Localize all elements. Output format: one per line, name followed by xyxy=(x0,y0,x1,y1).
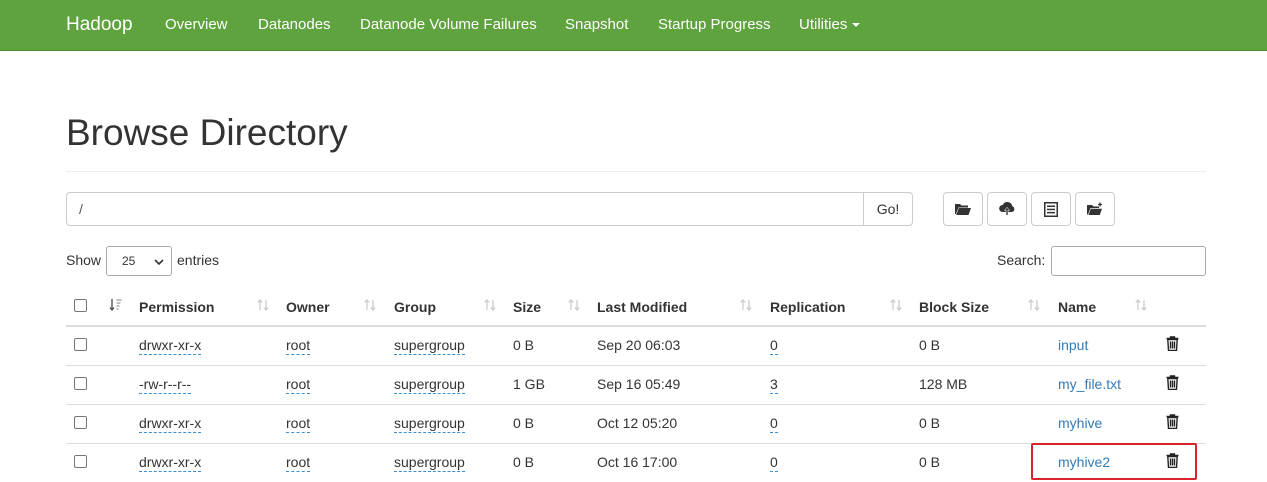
column-header-size[interactable]: Size xyxy=(513,299,541,315)
replication-cell[interactable]: 0 xyxy=(770,415,778,433)
last-modified-cell: Oct 16 17:00 xyxy=(597,454,678,470)
folder-open-icon xyxy=(955,204,971,215)
sort-icon[interactable] xyxy=(1134,298,1148,312)
replication-cell[interactable]: 0 xyxy=(770,337,778,355)
size-cell: 0 B xyxy=(513,337,535,353)
permission-cell[interactable]: -rw-r--r-- xyxy=(139,376,192,394)
owner-cell[interactable]: root xyxy=(286,337,311,355)
brand-logo[interactable]: Hadoop xyxy=(66,14,133,36)
block-size-cell: 128 MB xyxy=(919,376,968,392)
block-size-cell: 0 B xyxy=(919,454,941,470)
sort-icon[interactable] xyxy=(363,298,377,312)
replication-cell[interactable]: 0 xyxy=(770,454,778,472)
owner-cell[interactable]: root xyxy=(286,376,311,394)
permission-cell[interactable]: drwxr-xr-x xyxy=(139,337,202,355)
last-modified-cell: Oct 12 05:20 xyxy=(597,415,678,431)
column-header-name[interactable]: Name xyxy=(1058,299,1096,315)
show-label: Show xyxy=(66,252,102,268)
upload-button[interactable] xyxy=(987,192,1027,226)
group-cell[interactable]: supergroup xyxy=(394,376,465,394)
trash-icon[interactable] xyxy=(1166,336,1179,351)
search-label: Search: xyxy=(997,252,1046,268)
highlight-box xyxy=(1031,443,1197,480)
table-header-divider xyxy=(66,325,1206,327)
file-name-link[interactable]: my_file.txt xyxy=(1058,376,1121,392)
title-divider xyxy=(66,171,1206,172)
column-header-replication[interactable]: Replication xyxy=(770,299,845,315)
directory-path-input[interactable] xyxy=(66,192,864,226)
sort-ascending-icon[interactable] xyxy=(109,298,123,312)
nav-utilities-label: Utilities xyxy=(799,16,848,33)
create-folder-icon xyxy=(1087,202,1102,215)
column-header-owner[interactable]: Owner xyxy=(286,299,330,315)
row-checkbox[interactable] xyxy=(74,455,87,468)
trash-icon[interactable] xyxy=(1166,414,1179,429)
size-cell: 1 GB xyxy=(513,376,545,392)
size-cell: 0 B xyxy=(513,415,535,431)
row-divider xyxy=(66,365,1206,366)
sort-icon[interactable] xyxy=(739,298,753,312)
list-view-button[interactable] xyxy=(1031,192,1071,226)
nav-startup-progress[interactable]: Startup Progress xyxy=(658,16,771,33)
nav-overview[interactable]: Overview xyxy=(165,16,228,33)
block-size-cell: 0 B xyxy=(919,337,941,353)
last-modified-cell: Sep 16 05:49 xyxy=(597,376,681,392)
nav-datanode-volume-failures[interactable]: Datanode Volume Failures xyxy=(360,16,537,33)
sort-icon[interactable] xyxy=(889,298,903,312)
owner-cell[interactable]: root xyxy=(286,415,311,433)
nav-datanodes[interactable]: Datanodes xyxy=(258,16,331,33)
permission-cell[interactable]: drwxr-xr-x xyxy=(139,415,202,433)
open-folder-button[interactable] xyxy=(943,192,983,226)
page-title: Browse Directory xyxy=(66,112,348,153)
column-header-group[interactable]: Group xyxy=(394,299,436,315)
size-cell: 0 B xyxy=(513,454,535,470)
table-search-input[interactable] xyxy=(1051,246,1206,276)
top-navbar: Hadoop Overview Datanodes Datanode Volum… xyxy=(0,0,1267,51)
entries-value: 25 xyxy=(122,254,136,268)
caret-down-icon xyxy=(852,23,861,28)
block-size-cell: 0 B xyxy=(919,415,941,431)
create-directory-button[interactable] xyxy=(1075,192,1115,226)
row-checkbox[interactable] xyxy=(74,377,87,390)
list-icon xyxy=(1044,201,1058,217)
replication-cell[interactable]: 3 xyxy=(770,376,778,394)
sort-icon[interactable] xyxy=(483,298,497,312)
group-cell[interactable]: supergroup xyxy=(394,454,465,472)
group-cell[interactable]: supergroup xyxy=(394,415,465,433)
sort-icon[interactable] xyxy=(567,298,581,312)
column-header-permission[interactable]: Permission xyxy=(139,299,214,315)
column-header-block-size[interactable]: Block Size xyxy=(919,299,989,315)
cloud-upload-icon xyxy=(999,202,1015,216)
nav-utilities[interactable]: Utilities xyxy=(799,16,861,33)
sort-icon[interactable] xyxy=(256,298,270,312)
owner-cell[interactable]: root xyxy=(286,454,311,472)
row-checkbox[interactable] xyxy=(74,338,87,351)
chevron-down-icon xyxy=(154,259,164,266)
column-header-last-modified[interactable]: Last Modified xyxy=(597,299,687,315)
trash-icon[interactable] xyxy=(1166,375,1179,390)
file-name-link[interactable]: myhive xyxy=(1058,415,1102,431)
nav-snapshot[interactable]: Snapshot xyxy=(565,16,628,33)
group-cell[interactable]: supergroup xyxy=(394,337,465,355)
row-divider xyxy=(66,404,1206,405)
entries-per-page-select[interactable]: 25 xyxy=(106,246,172,276)
permission-cell[interactable]: drwxr-xr-x xyxy=(139,454,202,472)
entries-label: entries xyxy=(177,252,220,268)
go-button[interactable]: Go! xyxy=(863,192,913,226)
last-modified-cell: Sep 20 06:03 xyxy=(597,337,681,353)
sort-icon[interactable] xyxy=(1027,298,1041,312)
row-checkbox[interactable] xyxy=(74,416,87,429)
file-name-link[interactable]: input xyxy=(1058,337,1088,353)
select-all-checkbox[interactable] xyxy=(74,299,87,312)
